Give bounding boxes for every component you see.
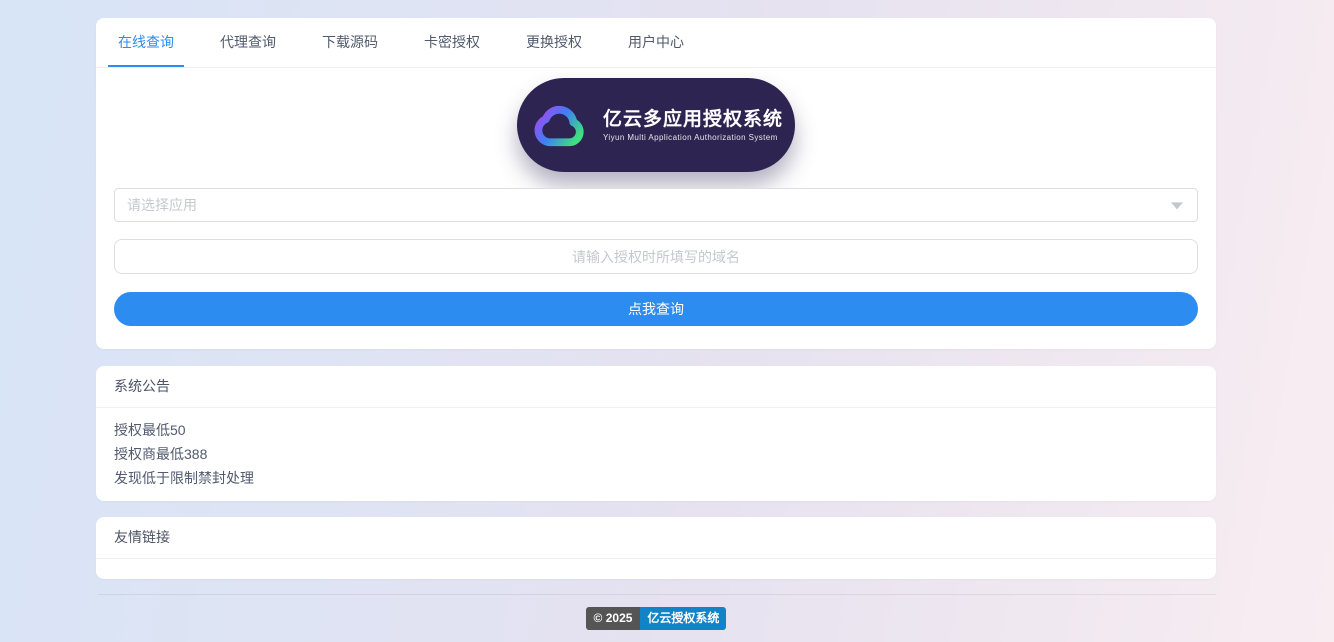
domain-input[interactable] (114, 239, 1198, 274)
tab-online-query[interactable]: 在线查询 (108, 18, 184, 67)
announcement-card: 系统公告 授权最低50 授权商最低388 发现低于限制禁封处理 (96, 366, 1216, 501)
announcement-body: 授权最低50 授权商最低388 发现低于限制禁封处理 (96, 408, 1216, 501)
tab-bar: 在线查询 代理查询 下载源码 卡密授权 更换授权 用户中心 (96, 18, 1216, 68)
query-button[interactable]: 点我查询 (114, 292, 1198, 326)
tab-agent-query[interactable]: 代理查询 (210, 18, 286, 67)
query-card: 在线查询 代理查询 下载源码 卡密授权 更换授权 用户中心 (96, 18, 1216, 349)
logo-subtitle: Yiyun Multi Application Authorization Sy… (603, 132, 783, 143)
logo-text: 亿云多应用授权系统 Yiyun Multi Application Author… (603, 108, 783, 143)
copyright-badge[interactable]: © 2025 亿云授权系统 (586, 607, 727, 630)
chevron-down-icon (1171, 202, 1183, 209)
announcement-line: 授权商最低388 (114, 442, 1198, 466)
logo-row: 亿云多应用授权系统 Yiyun Multi Application Author… (114, 78, 1198, 172)
friend-links-title: 友情链接 (96, 517, 1216, 559)
friend-links-card: 友情链接 (96, 517, 1216, 579)
footer-divider (98, 594, 1216, 595)
announcement-title: 系统公告 (96, 366, 1216, 408)
copyright-site: 亿云授权系统 (640, 607, 726, 630)
brand-logo: 亿云多应用授权系统 Yiyun Multi Application Author… (517, 78, 795, 172)
tab-user-center[interactable]: 用户中心 (618, 18, 694, 67)
friend-links-body (96, 559, 1216, 579)
announcement-line: 授权最低50 (114, 418, 1198, 442)
logo-title: 亿云多应用授权系统 (603, 108, 783, 132)
app-select[interactable]: 请选择应用 (114, 188, 1198, 222)
cloud-logo-icon (529, 96, 591, 154)
announcement-line: 发现低于限制禁封处理 (114, 466, 1198, 490)
footer: © 2025 亿云授权系统 (96, 607, 1216, 630)
tab-download-source[interactable]: 下载源码 (312, 18, 388, 67)
tab-card-key-auth[interactable]: 卡密授权 (414, 18, 490, 67)
copyright-year: © 2025 (586, 607, 641, 630)
app-select-placeholder: 请选择应用 (127, 195, 197, 215)
page-container: 在线查询 代理查询 下载源码 卡密授权 更换授权 用户中心 (96, 18, 1216, 630)
tab-change-auth[interactable]: 更换授权 (516, 18, 592, 67)
query-form: 亿云多应用授权系统 Yiyun Multi Application Author… (96, 68, 1216, 349)
